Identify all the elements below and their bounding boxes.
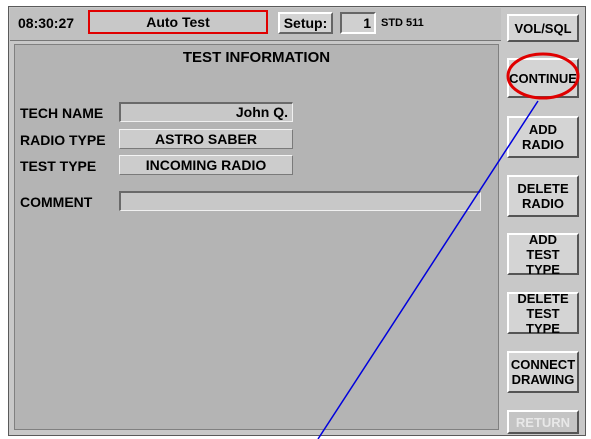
comment-label: COMMENT [20, 194, 93, 210]
tech-name-label: TECH NAME [20, 105, 104, 121]
continue-button[interactable]: CONTINUE [507, 58, 579, 98]
add-test-type-button[interactable]: ADD TEST TYPE [507, 232, 579, 277]
clock-readout: 08:30:27 [18, 15, 75, 31]
softkey-sidebar: VOL/SQL CONTINUE ADD RADIO DELETE RADIO … [502, 8, 584, 434]
setup-button[interactable]: Setup: [278, 12, 333, 34]
panel-title: TEST INFORMATION [182, 49, 331, 66]
comment-field[interactable] [119, 191, 481, 211]
connect-drawing-button[interactable]: CONNECT DRAWING [507, 351, 579, 393]
status-bar: 08:30:27 Auto Test Setup: 1 STD 511 [10, 8, 501, 41]
vol-sql-button[interactable]: VOL/SQL [507, 14, 579, 42]
return-button: RETURN [507, 410, 579, 434]
radio-type-field[interactable]: ASTRO SABER [119, 129, 293, 149]
setup-number-field[interactable]: 1 [340, 12, 376, 34]
radio-type-label: RADIO TYPE [20, 132, 106, 148]
mode-indicator[interactable]: Auto Test [88, 10, 268, 34]
test-type-field[interactable]: INCOMING RADIO [119, 155, 293, 175]
add-radio-button[interactable]: ADD RADIO [507, 116, 579, 158]
test-type-label: TEST TYPE [20, 158, 97, 174]
delete-test-type-button[interactable]: DELETE TEST TYPE [507, 291, 579, 336]
tech-name-field[interactable]: John Q. [119, 102, 293, 122]
setup-name: STD 511 [381, 17, 424, 29]
delete-radio-button[interactable]: DELETE RADIO [507, 175, 579, 217]
test-information-panel: TEST INFORMATION TECH NAME John Q. RADIO… [14, 44, 499, 430]
